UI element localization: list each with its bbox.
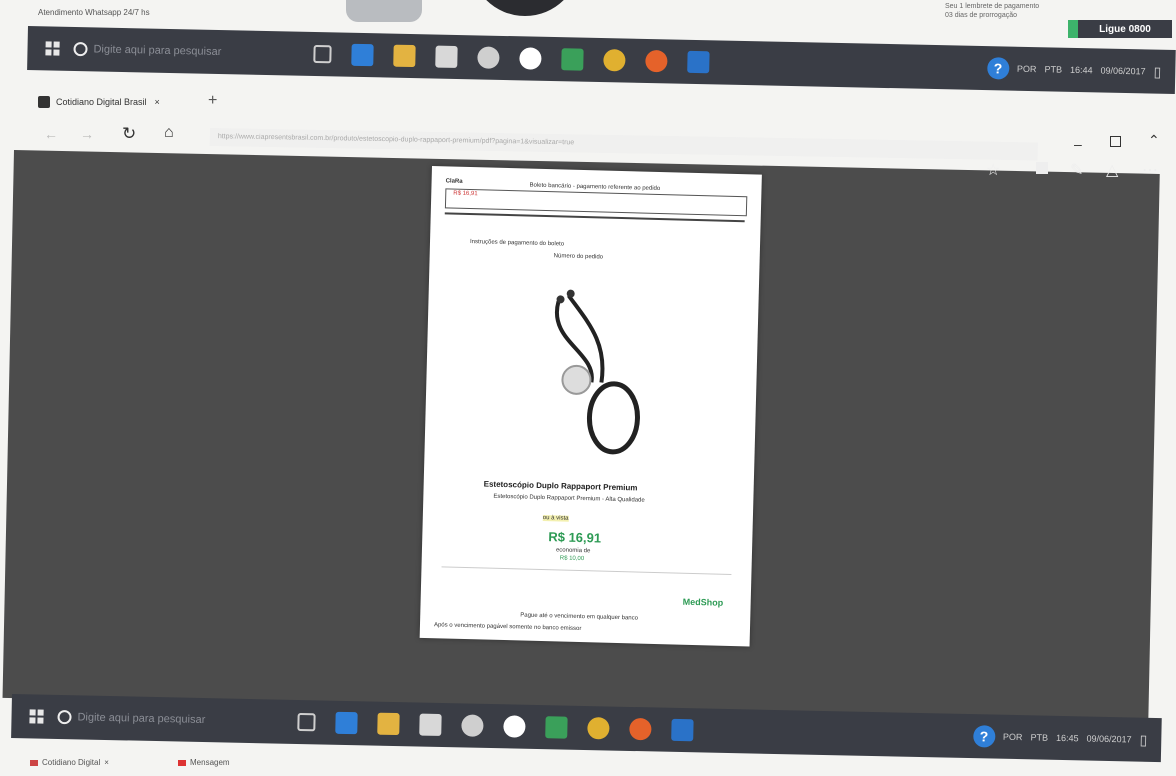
tray-time-bottom: 16:45	[1055, 732, 1079, 744]
product-price: R$ 16,91	[548, 529, 602, 546]
file-explorer-icon-bottom[interactable]	[377, 712, 400, 736]
windows-start-icon[interactable]	[45, 41, 60, 56]
new-tab-button[interactable]: +	[208, 92, 217, 110]
doc-footer-line2: Após o vencimento pagável somente no ban…	[433, 622, 582, 633]
brand-logo: MedShop	[682, 596, 724, 608]
reading-list-icon[interactable]	[1036, 162, 1048, 174]
notice-line-2: 03 dias de prorrogação	[945, 12, 1017, 19]
top-circle-image	[470, 0, 580, 16]
hp-icon-bottom[interactable]	[503, 715, 526, 738]
bottom-tab-1-label: Cotidiano Digital	[42, 758, 101, 767]
edge-icon[interactable]	[351, 43, 374, 67]
doc-divider	[441, 566, 732, 575]
tray-lang2-bottom: PTB	[1030, 732, 1049, 743]
top-caption: Atendimento Whatsapp 24/7 hs	[38, 8, 150, 17]
notifications-icon-bottom[interactable]: ▯	[1139, 731, 1147, 748]
bottom-tab-2-icon	[178, 759, 186, 766]
windows-start-icon-bottom[interactable]	[29, 709, 44, 724]
minimize-button[interactable]: –	[1074, 136, 1082, 152]
help-icon-bottom[interactable]: ?	[972, 725, 996, 748]
tray-time: 16:44	[1069, 64, 1093, 76]
product-description: Estetoscópio Duplo Rappaport Premium - A…	[493, 493, 645, 504]
system-tray: ? POR PTB 16:44 09/06/2017 ▯	[986, 57, 1176, 83]
doc-header-left: ClaRa	[445, 178, 463, 185]
tray-date: 09/06/2017	[1100, 65, 1146, 77]
system-tray-bottom: ? POR PTB 16:45 09/06/2017 ▯	[972, 725, 1162, 751]
browser-tab[interactable]: Cotidiano Digital Brasil ×	[38, 92, 188, 112]
price-saving-value: R$ 10,00	[559, 555, 585, 563]
home-icon[interactable]: ⌂	[164, 124, 174, 142]
file-explorer-icon[interactable]	[393, 44, 416, 68]
notice-line-1: Seu 1 lembrete de pagamento	[945, 3, 1040, 10]
nav-forward-icon[interactable]: →	[80, 126, 94, 142]
outlook-icon[interactable]	[687, 50, 710, 74]
cortana-icon-bottom[interactable]	[57, 709, 72, 725]
bottom-tab-2-label: Mensagem	[190, 758, 230, 767]
tab-close-icon[interactable]: ×	[155, 97, 160, 107]
taskbar-top: Digite aqui para pesquisar ? POR PTB 16:…	[27, 26, 1176, 95]
app-icon-green-bottom[interactable]	[545, 716, 568, 739]
help-icon[interactable]: ?	[986, 57, 1010, 80]
outlook-icon-bottom[interactable]	[671, 718, 694, 742]
address-bar[interactable]: https://www.ciapresentsbrasil.com.br/pro…	[209, 128, 1038, 161]
doc-subtitle2: Número do pedido	[553, 253, 604, 261]
price-saving-label: economia de	[555, 547, 591, 555]
taskbar-search-input[interactable]: Digite aqui para pesquisar	[93, 43, 303, 59]
doc-footer-line1: Pague até o vencimento em qualquer banco	[520, 612, 639, 622]
bottom-tab-1-close-icon[interactable]: ×	[104, 758, 109, 767]
notice-button[interactable]: Ligue 0800	[1068, 20, 1172, 38]
store-icon-bottom[interactable]	[419, 713, 442, 736]
product-image-stethoscope	[554, 289, 640, 455]
firefox-icon-bottom[interactable]	[629, 717, 652, 741]
web-note-icon[interactable]: ✎	[1070, 160, 1083, 180]
maximize-button[interactable]	[1110, 136, 1121, 147]
edge-icon-bottom[interactable]	[335, 711, 358, 735]
close-button[interactable]: ⌃	[1148, 132, 1160, 149]
tray-date-bottom: 09/06/2017	[1086, 733, 1132, 745]
task-view-icon[interactable]	[313, 44, 332, 64]
doc-subtitle: Instruções de pagamento do boleto	[469, 239, 565, 248]
mail-icon-bottom[interactable]	[461, 714, 484, 737]
bottom-tab-1-icon	[30, 759, 38, 766]
cortana-icon[interactable]	[73, 41, 88, 57]
hp-icon[interactable]	[519, 47, 542, 70]
app-icon-green[interactable]	[561, 48, 584, 71]
tab-title: Cotidiano Digital Brasil	[56, 97, 147, 107]
top-right-notice: Seu 1 lembrete de pagamento 03 dias de p…	[945, 2, 1039, 20]
top-thumbnail	[346, 0, 422, 22]
bottom-tab-2[interactable]: Mensagem	[178, 758, 230, 767]
notifications-icon[interactable]: ▯	[1153, 63, 1161, 80]
bottom-tab-1[interactable]: Cotidiano Digital ×	[30, 758, 109, 767]
chrome-icon[interactable]	[603, 49, 626, 72]
store-icon[interactable]	[435, 45, 458, 68]
tray-lang: POR	[1016, 63, 1037, 75]
nav-back-icon[interactable]: ←	[44, 126, 58, 142]
mail-icon[interactable]	[477, 46, 500, 69]
doc-header-box	[444, 188, 748, 217]
tray-lang-bottom: POR	[1002, 731, 1023, 743]
taskbar-search-input-bottom[interactable]: Digite aqui para pesquisar	[77, 711, 287, 727]
firefox-icon[interactable]	[645, 49, 668, 73]
product-installments: ou à vista	[542, 515, 569, 522]
share-icon[interactable]: △	[1106, 160, 1118, 180]
favorite-star-icon[interactable]: ☆	[986, 160, 1000, 180]
pdf-page: ClaRa Boleto bancário - pagamento refere…	[419, 166, 762, 647]
chrome-icon-bottom[interactable]	[587, 717, 610, 740]
refresh-icon[interactable]: ↻	[122, 124, 136, 144]
tray-lang2: PTB	[1044, 64, 1063, 75]
task-view-icon-bottom[interactable]	[297, 712, 316, 732]
product-title: Estetoscópio Duplo Rappaport Premium	[483, 479, 638, 493]
tab-favicon-icon	[38, 96, 50, 108]
more-options-icon[interactable]: ⋯	[1142, 160, 1158, 180]
